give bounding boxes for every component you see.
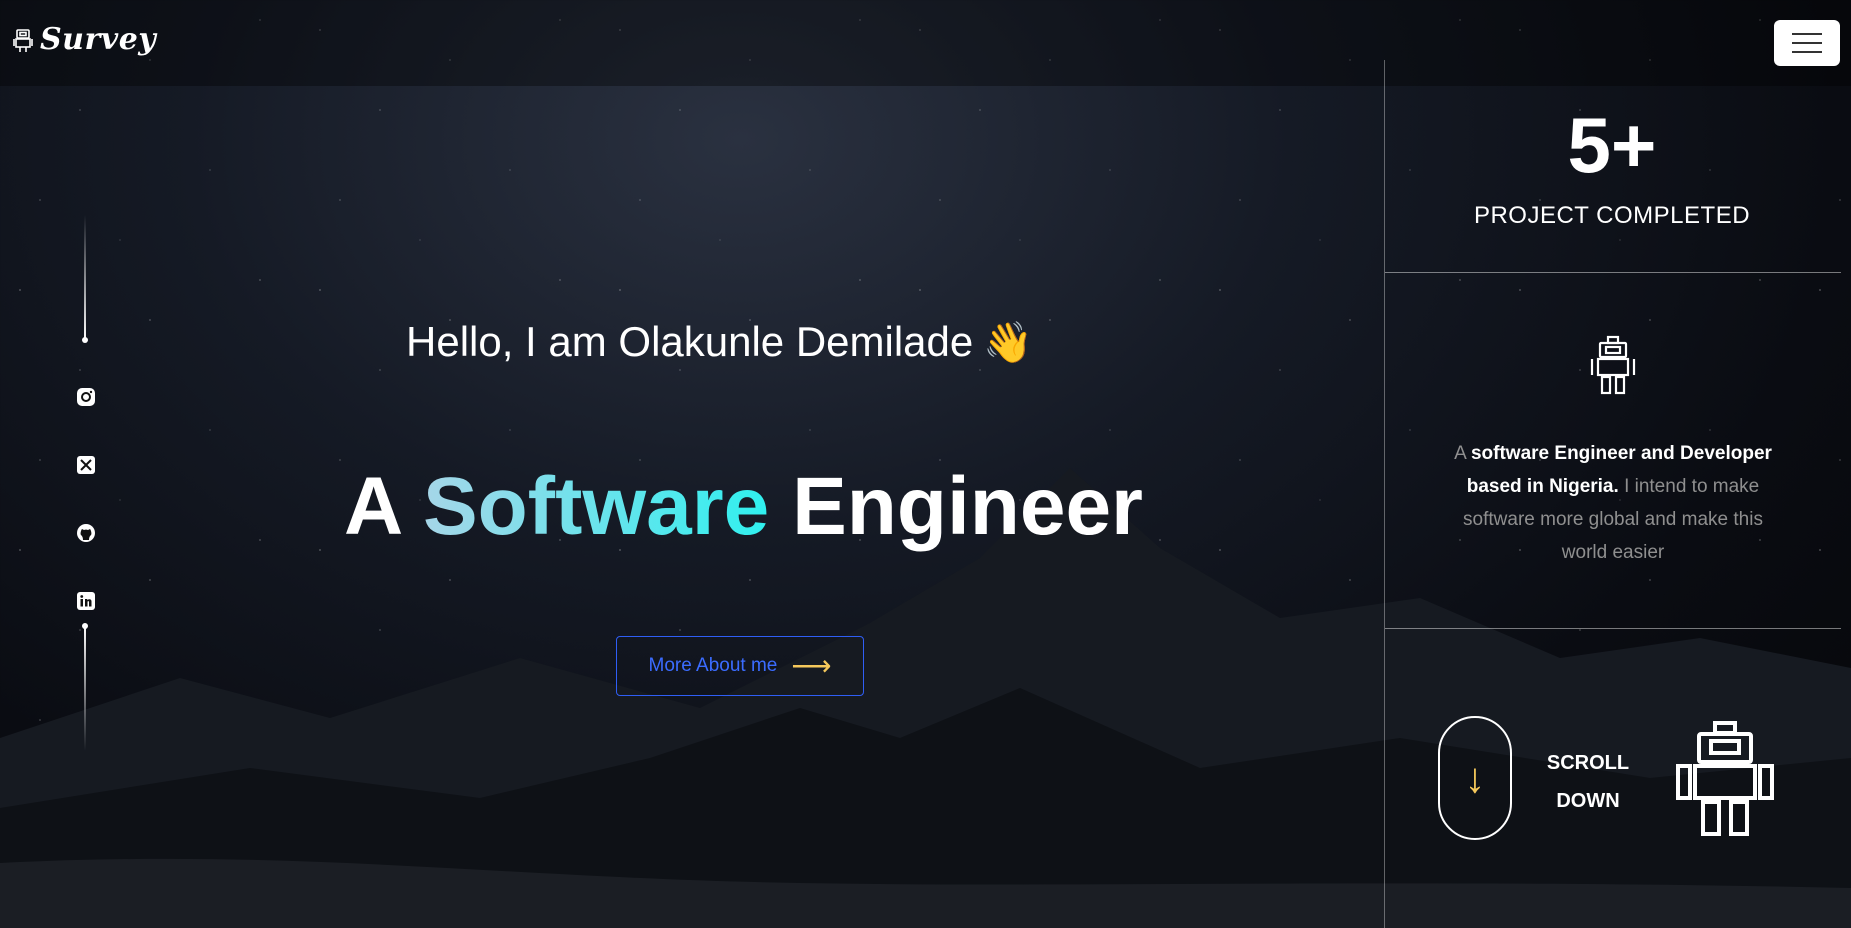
instagram-link[interactable] <box>75 386 97 408</box>
github-icon <box>77 524 95 542</box>
projects-label: PROJECT COMPLETED <box>1473 202 1751 229</box>
headline-accent: Software <box>422 461 770 552</box>
hero-greeting: Hello, I am Olakunle Demilade 👋 <box>406 318 1033 366</box>
more-about-me-button[interactable]: More About me ⟶ <box>616 636 864 696</box>
hero-headline: A Software Engineer <box>344 460 1143 554</box>
linkedin-link[interactable] <box>75 590 97 612</box>
robot-icon <box>13 28 33 52</box>
greeting-text: Hello, I am Olakunle Demilade <box>406 318 974 365</box>
projects-count: 5+ <box>1567 101 1657 189</box>
sidebar-divider-1 <box>1385 272 1841 273</box>
sidebar-divider-2 <box>1385 628 1841 629</box>
linkedin-icon <box>77 592 95 610</box>
x-twitter-link[interactable] <box>75 454 97 476</box>
brand-logo[interactable]: Survey <box>12 22 156 57</box>
hamburger-menu-icon <box>1792 33 1822 35</box>
scroll-line-2: DOWN <box>1556 790 1620 812</box>
robot-icon <box>1676 721 1774 836</box>
scroll-line-1: SCROLL <box>1546 752 1630 774</box>
bio-text: A software Engineer and Developer based … <box>1440 437 1786 569</box>
x-twitter-icon <box>77 456 95 474</box>
arrow-right-icon: ⟶ <box>791 650 832 681</box>
github-link[interactable] <box>75 522 97 544</box>
brand-name: Survey <box>40 22 157 57</box>
instagram-icon <box>77 388 95 406</box>
waving-hand-icon: 👋 <box>983 320 1034 365</box>
social-divider-top <box>82 215 88 343</box>
headline-prefix: A <box>344 461 401 552</box>
bio-part-1: A <box>1454 443 1466 464</box>
robot-icon <box>1590 335 1636 395</box>
social-links <box>68 215 104 751</box>
scroll-down-button[interactable]: ↓ <box>1438 716 1512 840</box>
scroll-down-label: SCROLL DOWN <box>1540 744 1636 820</box>
arrow-down-icon: ↓ <box>1464 754 1486 801</box>
cta-label: More About me <box>648 655 778 676</box>
social-divider-bottom <box>82 623 88 751</box>
headline-suffix: Engineer <box>792 461 1143 552</box>
